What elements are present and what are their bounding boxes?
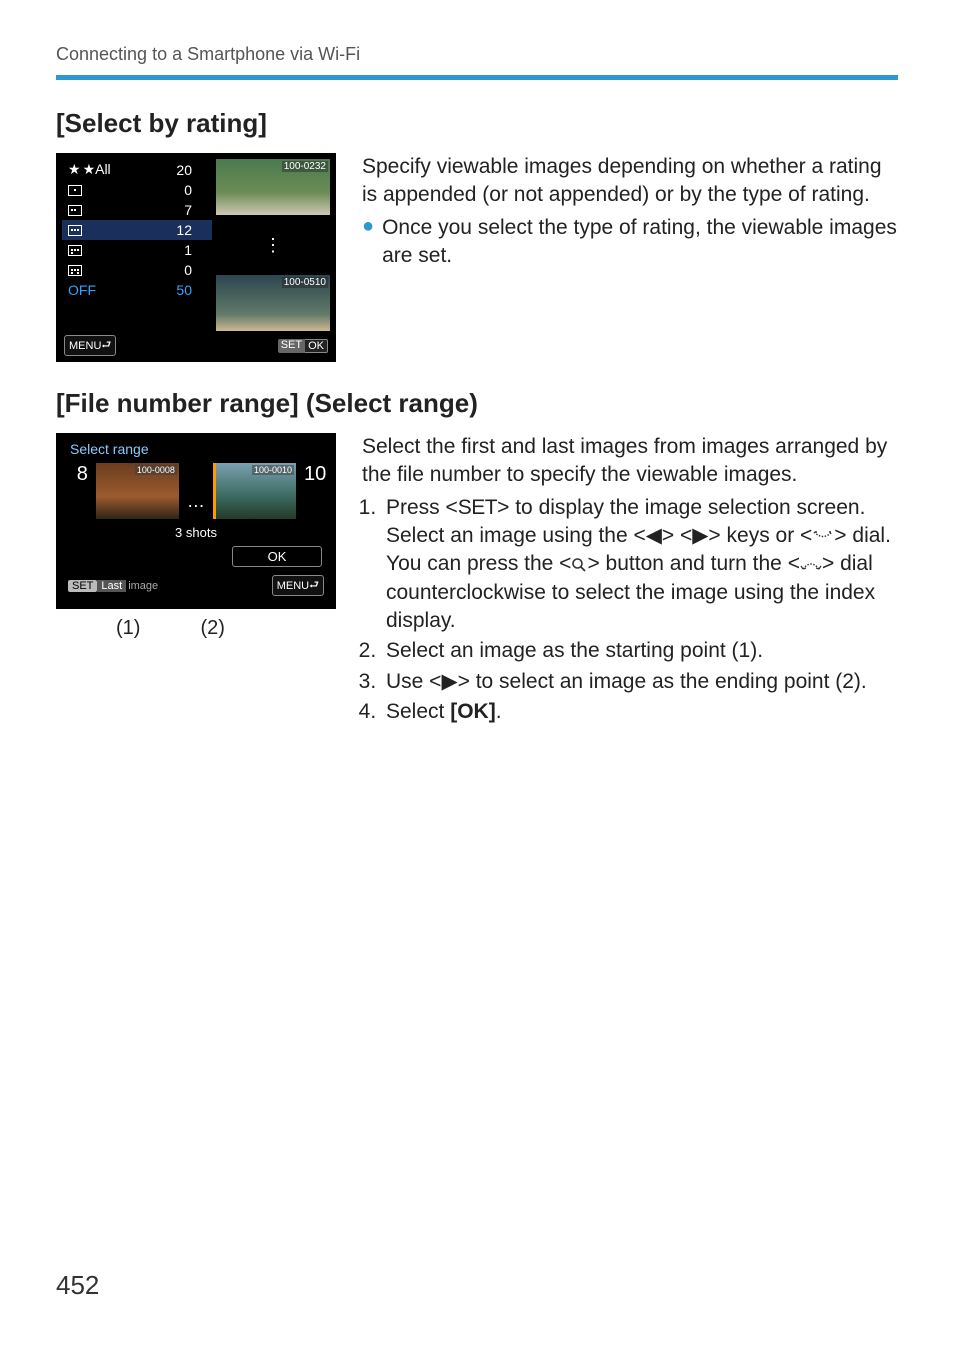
set-last-image-button[interactable]: SET Last image <box>68 580 160 592</box>
thumbnail-filenum: 100-0232 <box>282 161 328 172</box>
thumbnail-filenum: 100-0510 <box>282 277 328 288</box>
star-icon: ★ <box>68 161 81 178</box>
return-icon: ⮐ <box>309 576 319 595</box>
main-dial-icon <box>800 557 822 573</box>
rating-4-icon <box>68 245 82 256</box>
step-bold: [OK] <box>450 700 496 723</box>
rating-row-1[interactable]: 0 <box>62 180 212 200</box>
end-filenum: 100-0010 <box>252 465 294 475</box>
step-4: Select [OK]. <box>382 698 898 726</box>
step-text: > button and turn the < <box>587 552 800 575</box>
section1-intro: Specify viewable images depending on whe… <box>362 153 898 210</box>
step-text: Press < <box>386 496 458 519</box>
end-index: 10 <box>304 463 322 486</box>
select-range-screen: Select range 8 100-0008 … 100-0010 10 3 … <box>56 433 336 609</box>
step-text: > dial. <box>834 524 891 547</box>
rating-count: 12 <box>152 222 192 238</box>
cursor-indicator <box>213 463 216 519</box>
page-header: Connecting to a Smartphone via Wi-Fi <box>56 44 898 65</box>
step-text: Select an image using the <◀> <▶> keys o… <box>386 524 812 547</box>
rating-count: 50 <box>152 282 192 298</box>
magnify-icon <box>571 557 587 573</box>
set-label: SET <box>278 339 305 353</box>
preview-thumbnail: 100-0232 <box>216 159 330 215</box>
preview-thumbnail: 100-0510 <box>216 275 330 331</box>
image-badge: image <box>126 580 160 592</box>
vertical-dots-icon: ⋮ <box>264 238 282 252</box>
menu-button[interactable]: MENU ⮐ <box>64 335 116 356</box>
quick-dial-icon <box>812 529 834 545</box>
shots-count: 3 shots <box>62 519 330 546</box>
ok-label: OK <box>305 339 328 353</box>
return-icon: ⮐ <box>101 336 111 355</box>
step-text: Select <box>386 700 450 723</box>
rating-count: 20 <box>152 162 192 178</box>
section1-title: [Select by rating] <box>56 108 898 139</box>
rating-row-2[interactable]: 7 <box>62 200 212 220</box>
rating-list: ★★All 20 0 7 12 <box>62 159 212 331</box>
set-glyph: SET <box>458 496 497 519</box>
step-2: Select an image as the starting point (1… <box>382 637 898 665</box>
set-ok-button[interactable]: SET OK <box>278 339 328 353</box>
rating-row-all[interactable]: ★★All 20 <box>62 159 212 180</box>
page-number: 452 <box>56 1270 99 1301</box>
rating-count: 0 <box>152 182 192 198</box>
select-range-title: Select range <box>62 439 330 463</box>
rating-2-icon <box>68 205 82 216</box>
end-thumbnail[interactable]: 100-0010 <box>213 463 296 519</box>
section2-title: [File number range] (Select range) <box>56 388 898 419</box>
rating-5-icon <box>68 265 82 276</box>
rating-row-5[interactable]: 0 <box>62 260 212 280</box>
callout-1: (1) <box>116 617 140 640</box>
menu-label: MENU <box>69 340 101 352</box>
rating-count: 0 <box>152 262 192 278</box>
rating-row-off[interactable]: OFF 50 <box>62 280 212 300</box>
section2-body: Select the first and last images from im… <box>362 433 898 730</box>
menu-button[interactable]: MENU ⮐ <box>272 575 324 596</box>
rating-count: 7 <box>152 202 192 218</box>
section1-bullet: Once you select the type of rating, the … <box>382 214 898 271</box>
header-rule <box>56 75 898 80</box>
start-index: 8 <box>70 463 88 486</box>
set-badge: SET <box>68 580 97 592</box>
callout-row: (1) (2) <box>56 617 336 640</box>
ok-button[interactable]: OK <box>232 546 322 567</box>
more-indicator: ⋮ <box>216 217 330 273</box>
range-dots-icon: … <box>187 491 205 512</box>
step-text: . <box>496 700 502 723</box>
rating-count: 1 <box>152 242 192 258</box>
menu-label: MENU <box>277 580 309 592</box>
rating-3-icon <box>68 225 82 236</box>
steps-list: Press <SET> to display the image selecti… <box>362 494 898 727</box>
last-badge: Last <box>97 580 126 592</box>
start-thumbnail[interactable]: 100-0008 <box>96 463 179 519</box>
bullet-icon: ● <box>362 214 374 271</box>
rating-row-3[interactable]: 12 <box>62 220 212 240</box>
step-text: You can press the < <box>386 552 571 575</box>
start-filenum: 100-0008 <box>135 465 177 475</box>
step-1: Press <SET> to display the image selecti… <box>382 494 898 636</box>
rating-screen: ★★All 20 0 7 12 <box>56 153 336 362</box>
rating-off-label: OFF <box>68 282 152 298</box>
section1-body: Specify viewable images depending on whe… <box>362 153 898 362</box>
callout-2: (2) <box>200 617 224 640</box>
rating-row-4[interactable]: 1 <box>62 240 212 260</box>
rating-label: ★All <box>83 161 111 178</box>
section2-intro: Select the first and last images from im… <box>362 433 898 490</box>
rating-1-icon <box>68 185 82 196</box>
step-text: > to display the image selection screen. <box>497 496 865 519</box>
step-3: Use <▶> to select an image as the ending… <box>382 668 898 696</box>
